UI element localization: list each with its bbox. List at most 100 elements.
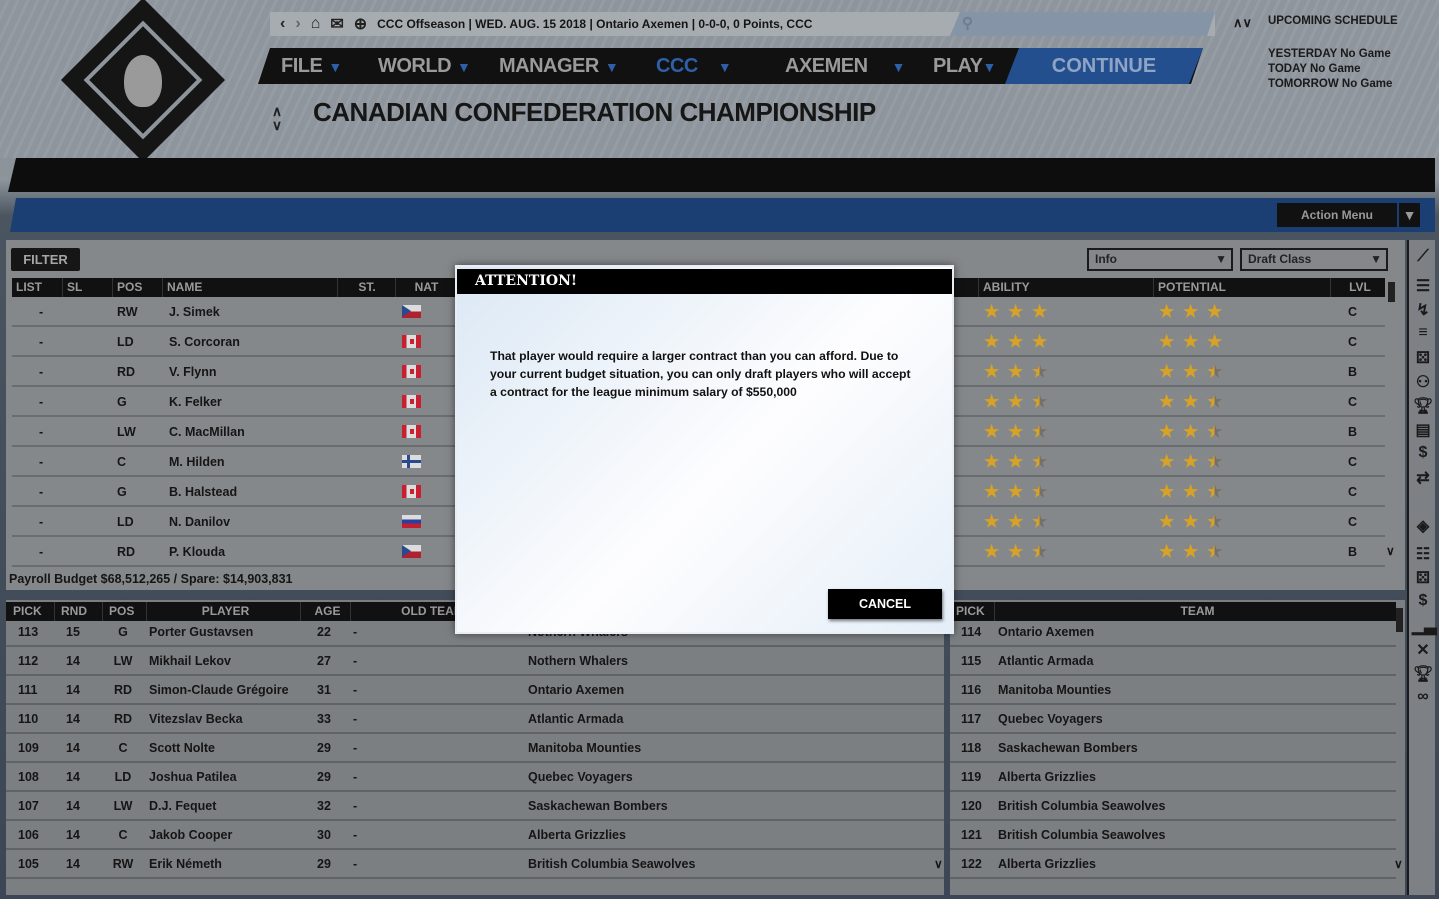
- scout-binoculars-icon[interactable]: ∞: [1412, 688, 1434, 706]
- cell-pos: RW: [117, 305, 138, 319]
- upcoming-pick-row[interactable]: 120 British Columbia Seawolves: [950, 792, 1396, 821]
- dice-icon[interactable]: ⚄: [1412, 348, 1434, 368]
- nav-ccc[interactable]: CCC ▼: [656, 55, 732, 78]
- cell-pos: LW: [113, 799, 133, 813]
- col-potential[interactable]: POTENTIAL: [1153, 278, 1226, 297]
- players-icon[interactable]: ⚇: [1412, 372, 1434, 392]
- cell-list: -: [39, 395, 44, 409]
- pick-row[interactable]: 110 14 RD Vitezslav Becka 33 - Atlantic Armada: [6, 705, 944, 734]
- goalie-mask-icon: [124, 55, 162, 107]
- upcoming-pick-row[interactable]: 118 Saskachewan Bombers: [950, 734, 1396, 763]
- trade-icon[interactable]: ⇄: [1412, 468, 1434, 488]
- nav-manager[interactable]: MANAGER ▼: [499, 55, 619, 78]
- nav-axemen[interactable]: AXEMEN ▼: [785, 55, 905, 78]
- pick-row[interactable]: 107 14 LW D.J. Fequet 32 - Saskachewan Bombers: [6, 792, 944, 821]
- attention-dialog: ATTENTION! That player would require a l…: [455, 265, 954, 634]
- list-icon[interactable]: ☷: [1412, 544, 1434, 564]
- clipboard-icon[interactable]: ☰: [1412, 276, 1434, 296]
- source-dropdown[interactable]: Draft Class ▼: [1240, 248, 1388, 271]
- nav-file[interactable]: FILE ▼: [281, 55, 342, 78]
- globe-icon[interactable]: ⊕: [354, 14, 367, 34]
- pick-row[interactable]: 106 14 C Jakob Cooper 30 - Alberta Grizzlies: [6, 821, 944, 850]
- continue-button[interactable]: CONTINUE: [1005, 48, 1203, 84]
- star-icon: ★: [1159, 392, 1175, 411]
- cancel-button[interactable]: CANCEL: [828, 589, 942, 619]
- cell-rnd: 15: [66, 625, 80, 639]
- star-icon: ★: [1159, 542, 1175, 561]
- sticks-icon[interactable]: ✕: [1412, 640, 1434, 660]
- col-name[interactable]: NAME: [162, 278, 202, 297]
- pick-row[interactable]: 109 14 C Scott Nolte 29 - Manitoba Mounties: [6, 734, 944, 763]
- col-pos[interactable]: POS: [112, 278, 142, 297]
- col-ability[interactable]: ABILITY: [978, 278, 1030, 297]
- forward-icon[interactable]: ›: [295, 15, 300, 33]
- action-menu-button[interactable]: Action Menu: [1277, 203, 1397, 227]
- star-icon: ★: [1207, 542, 1223, 561]
- filter-button[interactable]: FILTER: [11, 248, 80, 271]
- upcoming-pick-row[interactable]: 114 Ontario Axemen: [950, 618, 1396, 647]
- col-sl[interactable]: SL: [62, 278, 82, 297]
- home-icon[interactable]: ⌂: [311, 15, 321, 33]
- search-input[interactable]: ⚲: [950, 12, 1215, 36]
- trophy-icon[interactable]: 🏆︎: [1412, 396, 1434, 416]
- col-nat[interactable]: NAT: [395, 278, 453, 297]
- cell-pos: G: [118, 625, 128, 639]
- star-icon: ★: [984, 542, 1000, 561]
- cell-pick: 113: [18, 625, 39, 639]
- scroll-down-icon[interactable]: ∨: [1386, 544, 1395, 558]
- action-menu-dropdown-icon[interactable]: ▼: [1399, 203, 1420, 227]
- upcoming-pick-row[interactable]: 121 British Columbia Seawolves: [950, 821, 1396, 850]
- league-switch-arrows[interactable]: ∧ ∨: [269, 104, 285, 132]
- dollar-icon[interactable]: $: [1412, 592, 1434, 610]
- cell-rnd: 14: [66, 741, 80, 755]
- stats-icon[interactable]: ▁▃: [1412, 616, 1437, 636]
- star-icon: ★: [1032, 362, 1048, 381]
- cell-player: D.J. Fequet: [149, 799, 217, 813]
- pick-row[interactable]: 111 14 RD Simon-Claude Grégoire 31 - Ontario A…: [6, 676, 944, 705]
- lines-icon[interactable]: ≡: [1412, 324, 1434, 342]
- star-icon: ★: [1159, 452, 1175, 471]
- tactics-icon[interactable]: ↯: [1412, 300, 1434, 320]
- cell-team: Manitoba Mounties: [528, 741, 642, 755]
- dice-icon[interactable]: ⚄: [1412, 568, 1434, 588]
- hockey-stick-icon[interactable]: ⟋: [1412, 248, 1434, 266]
- mail-icon[interactable]: ✉: [330, 14, 343, 34]
- dialog-message: That player would require a larger contr…: [490, 349, 911, 399]
- cell-pos: LW: [117, 425, 136, 439]
- upcoming-pick-row[interactable]: 117 Quebec Voyagers: [950, 705, 1396, 734]
- pick-row[interactable]: 105 14 RW Erik Németh 29 - British Columbia Se…: [6, 850, 944, 879]
- star-icon: ★: [1008, 452, 1024, 471]
- scroll-down-icon[interactable]: ∨: [1394, 857, 1403, 871]
- cell-lvl: C: [1348, 305, 1358, 319]
- upcoming-pick-row[interactable]: 115 Atlantic Armada: [950, 647, 1396, 676]
- scroll-down-icon[interactable]: ∨: [934, 857, 943, 871]
- nav-world[interactable]: WORLD ▼: [378, 55, 471, 78]
- cell-rnd: 14: [66, 712, 80, 726]
- nav-play[interactable]: PLAY▼: [933, 55, 996, 78]
- cell-pos: RD: [117, 365, 136, 379]
- flag-ca-icon: [402, 485, 421, 498]
- contract-icon[interactable]: $: [1412, 444, 1434, 462]
- col-list[interactable]: LIST: [12, 278, 42, 297]
- cell-pos: LD: [114, 770, 132, 784]
- star-icon: ★: [1183, 422, 1199, 441]
- col-st[interactable]: ST.: [337, 278, 392, 297]
- upcoming-pick-row[interactable]: 116 Manitoba Mounties: [950, 676, 1396, 705]
- cell-pos: G: [117, 395, 127, 409]
- trophy-icon[interactable]: 🏆︎: [1412, 664, 1434, 684]
- league-logo-icon[interactable]: ◈: [1412, 516, 1434, 536]
- cell-name: K. Felker: [169, 395, 222, 409]
- cell-age: 27: [317, 654, 331, 668]
- star-icon: ★: [984, 512, 1000, 531]
- pick-row[interactable]: 108 14 LD Joshua Patilea 29 - Quebec Voyagers: [6, 763, 944, 792]
- upcoming-pick-row[interactable]: 122 Alberta Grizzlies: [950, 850, 1396, 879]
- upcoming-pick-row[interactable]: 119 Alberta Grizzlies: [950, 763, 1396, 792]
- view-dropdown[interactable]: Info ▼: [1087, 248, 1233, 271]
- schedule-toggle-arrows[interactable]: ∧∨: [1233, 15, 1252, 31]
- report-icon[interactable]: ▤: [1412, 420, 1434, 440]
- col-lvl[interactable]: LVL: [1330, 278, 1385, 297]
- upcoming-scrollbar[interactable]: [1396, 608, 1403, 632]
- players-scrollbar[interactable]: [1388, 282, 1395, 302]
- back-icon[interactable]: ‹: [280, 15, 285, 33]
- pick-row[interactable]: 112 14 LW Mikhail Lekov 27 - Nothern Whalers: [6, 647, 944, 676]
